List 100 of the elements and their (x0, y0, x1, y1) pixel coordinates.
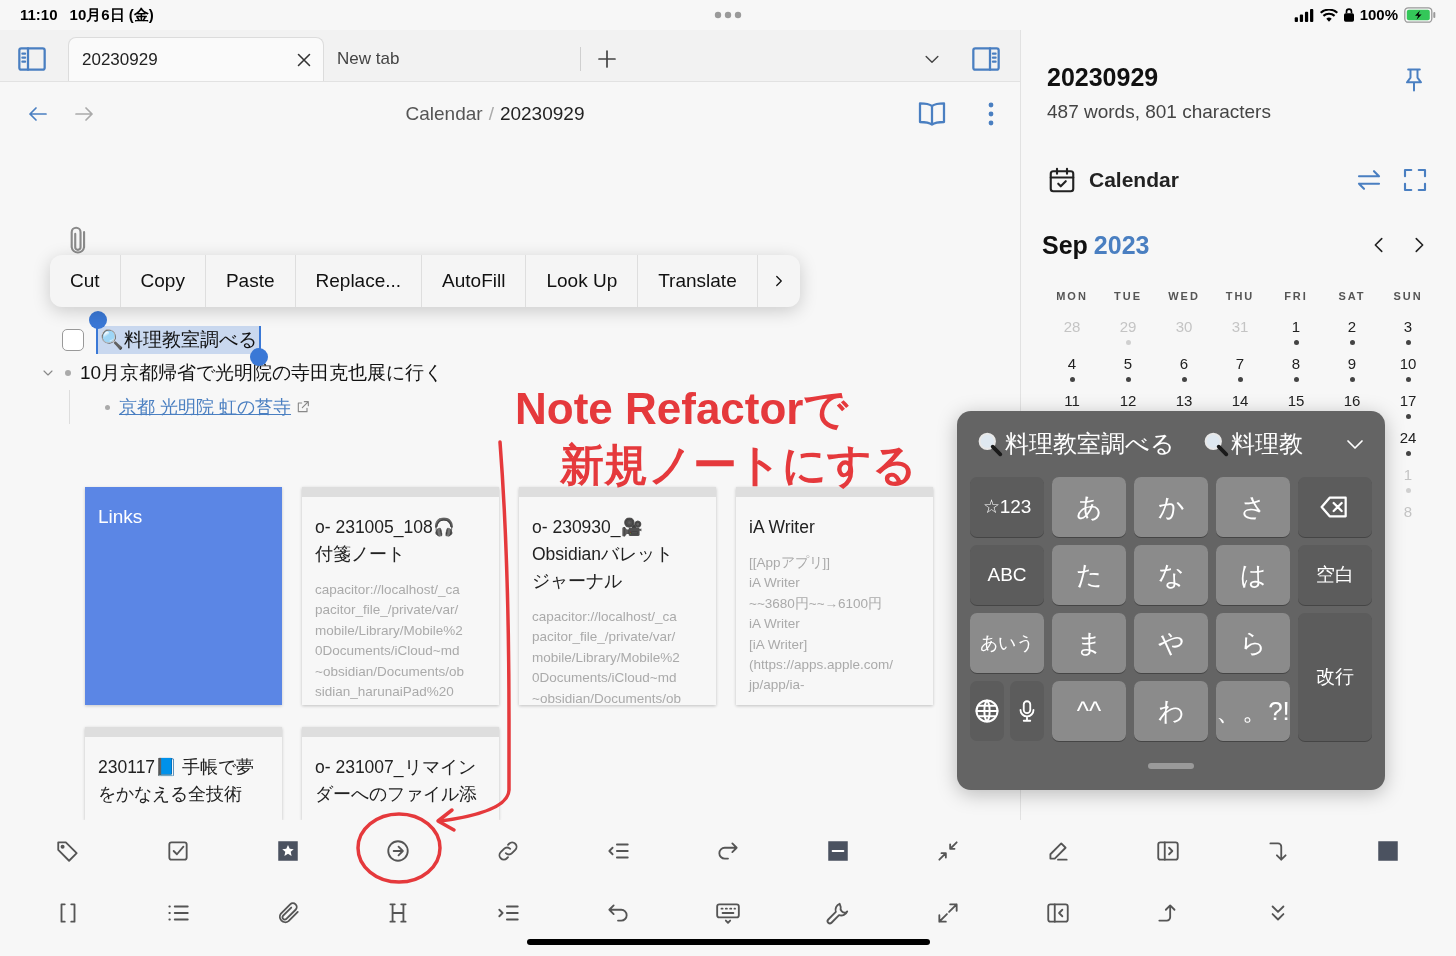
card-title-line: 付箋ノート (315, 543, 406, 566)
calendar-day[interactable]: 12 (1119, 390, 1137, 413)
card-title-line: ジャーナル (532, 570, 623, 593)
card-excerpt-line: jp/app/ia- (749, 676, 806, 695)
calendar-day[interactable]: 5 (1123, 353, 1133, 376)
globe-key[interactable] (970, 681, 1004, 741)
signal-icon (1293, 8, 1314, 22)
weekday-label: FRI (1284, 289, 1308, 304)
weekday-label: TUE (1114, 289, 1142, 304)
checkbox[interactable] (62, 329, 84, 351)
card-excerpt-line: [[Appアプリ]] (749, 554, 832, 572)
menu-item[interactable]: Replace... (295, 255, 423, 307)
breadcrumb-item[interactable]: Calendar (405, 99, 483, 129)
globe-icon (973, 697, 1001, 725)
weekday-label: WED (1168, 289, 1200, 304)
menu-item[interactable]: Copy (120, 255, 206, 307)
card-excerpt-line: 0Documents/iCloud~md (532, 669, 678, 688)
card-excerpt-line: capacitor://localhost/_ca (532, 608, 678, 626)
weekday-label: THU (1225, 289, 1255, 304)
card-title-line: o- 231007_リマイン (315, 756, 477, 780)
menu-item[interactable]: AutoFill (422, 255, 527, 307)
battery-percent: 100% (1359, 4, 1398, 25)
note-title: 20230929 (1047, 62, 1160, 93)
card-title-line: ダーへのファイル添 (315, 783, 478, 806)
note-card[interactable]: 230117📘 手帳で夢 をかなえる全技術 (85, 727, 282, 820)
menu-item[interactable]: Translate (638, 255, 758, 307)
keyboard-key[interactable]: ☆123 (970, 477, 1044, 537)
return-key[interactable]: 改行 (1298, 613, 1372, 741)
calendar-day[interactable]: 3 (1403, 316, 1413, 339)
calendar-day[interactable]: 9 (1347, 353, 1357, 376)
menu-item[interactable]: Cut (50, 255, 121, 307)
calendar-day[interactable]: 4 (1067, 353, 1077, 376)
keyboard-handle[interactable] (1148, 763, 1194, 769)
calendar-day[interactable]: 14 (1231, 390, 1249, 413)
battery-charging-icon (1404, 7, 1436, 23)
card-excerpt-line: iA Writer (749, 574, 801, 593)
panel-right-icon[interactable] (1155, 838, 1181, 864)
breadcrumb-item[interactable]: 20230929 (499, 99, 585, 129)
more-dots-icon[interactable] (714, 11, 742, 19)
arrow-circle-icon[interactable] (385, 838, 411, 864)
card-excerpt-line: ~~3680円~~→6100円 (749, 594, 884, 613)
external-link[interactable]: 京都 光明院 虹の苔寺 (119, 393, 291, 421)
calendar-day[interactable]: 10 (1399, 353, 1417, 376)
card-excerpt-line: capacitor://localhost/_ca (315, 581, 461, 599)
microphone-key[interactable] (1010, 681, 1044, 741)
panel-left-icon[interactable] (1045, 900, 1071, 926)
calendar-day[interactable]: 2 (1347, 316, 1357, 339)
bullet-icon (65, 370, 71, 376)
keyboard-key[interactable]: 空白 (1298, 545, 1372, 605)
card-title: Links (98, 505, 144, 529)
tab[interactable]: 20230929 (68, 37, 324, 81)
card-title-line: 230117📘 手帳で夢 (98, 756, 255, 779)
calendar-day[interactable]: 24 (1399, 427, 1417, 450)
calendar-day[interactable]: 15 (1287, 390, 1305, 413)
suggestion-candidate[interactable]: 料理教 (1231, 426, 1303, 462)
card-excerpt-line: pacitor_file_/private/var/ (315, 601, 460, 620)
card-excerpt-line: [iA Writer] (749, 635, 809, 654)
link-card[interactable]: Links (85, 487, 282, 705)
minus-icon[interactable] (825, 838, 851, 864)
calendar-day[interactable]: 13 (1175, 390, 1193, 413)
calendar-day[interactable]: 8 (1291, 353, 1301, 376)
card-title-line: iA Writer (749, 516, 816, 539)
card-title-line: をかなえる全技術 (98, 783, 243, 806)
calendar-day[interactable]: 17 (1399, 390, 1417, 413)
calendar-day[interactable]: 7 (1235, 353, 1245, 376)
card-excerpt-line: (https://apps.apple.com/ (749, 656, 895, 675)
keyboard-key[interactable]: ABC (970, 545, 1044, 605)
note-card[interactable]: o- 231005_108🎧 付箋ノート capacitor://localhost/_ca pacitor_file_/private/var/ mobile/Library/Mobile%2 0Documents/iCloud~md ~obsidian/Documents/ob sidian_harunaiPad%20 (302, 487, 499, 705)
note-card[interactable]: o- 231007_リマイン ダーへのファイル添 (302, 727, 499, 820)
keyboard-icon[interactable] (715, 900, 741, 926)
plus-icon[interactable] (595, 47, 619, 71)
wrench-icon[interactable] (825, 900, 851, 926)
selection-handle[interactable] (89, 310, 107, 329)
card-excerpt-line: pacitor_file_/private/var/ (532, 628, 677, 647)
menu-item[interactable]: Paste (205, 255, 296, 307)
expand-icon[interactable] (935, 900, 961, 926)
magnifier-icon (977, 431, 1003, 457)
suggestion-candidate[interactable]: 料理教室調べる (1005, 426, 1175, 462)
weekday-label: MON (1056, 289, 1088, 304)
status-date: 10月6日 (金) (69, 4, 154, 25)
calendar-day[interactable]: 6 (1179, 353, 1189, 376)
more-vertical-icon[interactable] (988, 102, 994, 126)
card-excerpt-line: mobile/Library/Mobile%2 (315, 621, 464, 640)
collapse-icon[interactable] (935, 838, 961, 864)
magnifier-icon (1203, 431, 1229, 457)
note-stats: 487 words, 801 characters (1047, 100, 1271, 124)
calendar-day[interactable]: 1 (1291, 316, 1301, 339)
note-card[interactable]: o- 230930_🎥 Obsidianバレット ジャーナル capacitor://localhost/_ca pacitor_file_/private/var/ mobile/Library/Mobile%2 0Documents/iCloud~md ~obsidian/Documents/ob (519, 487, 716, 705)
tab[interactable]: New tab (324, 37, 580, 81)
external-link-icon[interactable] (295, 399, 311, 415)
calendar-day[interactable]: 11 (1064, 390, 1080, 413)
menu-item[interactable]: Look Up (526, 255, 639, 307)
calendar-month: Sep (1042, 229, 1088, 261)
card-title-line: Obsidianバレット (532, 543, 675, 566)
checkbox-icon[interactable] (165, 838, 191, 864)
card-excerpt-line: ~obsidian/Documents/ob (532, 689, 682, 705)
square-icon[interactable] (1375, 838, 1401, 864)
bullet-icon (105, 404, 110, 410)
calendar-day[interactable]: 16 (1343, 390, 1361, 413)
delete-key[interactable] (1298, 477, 1372, 537)
